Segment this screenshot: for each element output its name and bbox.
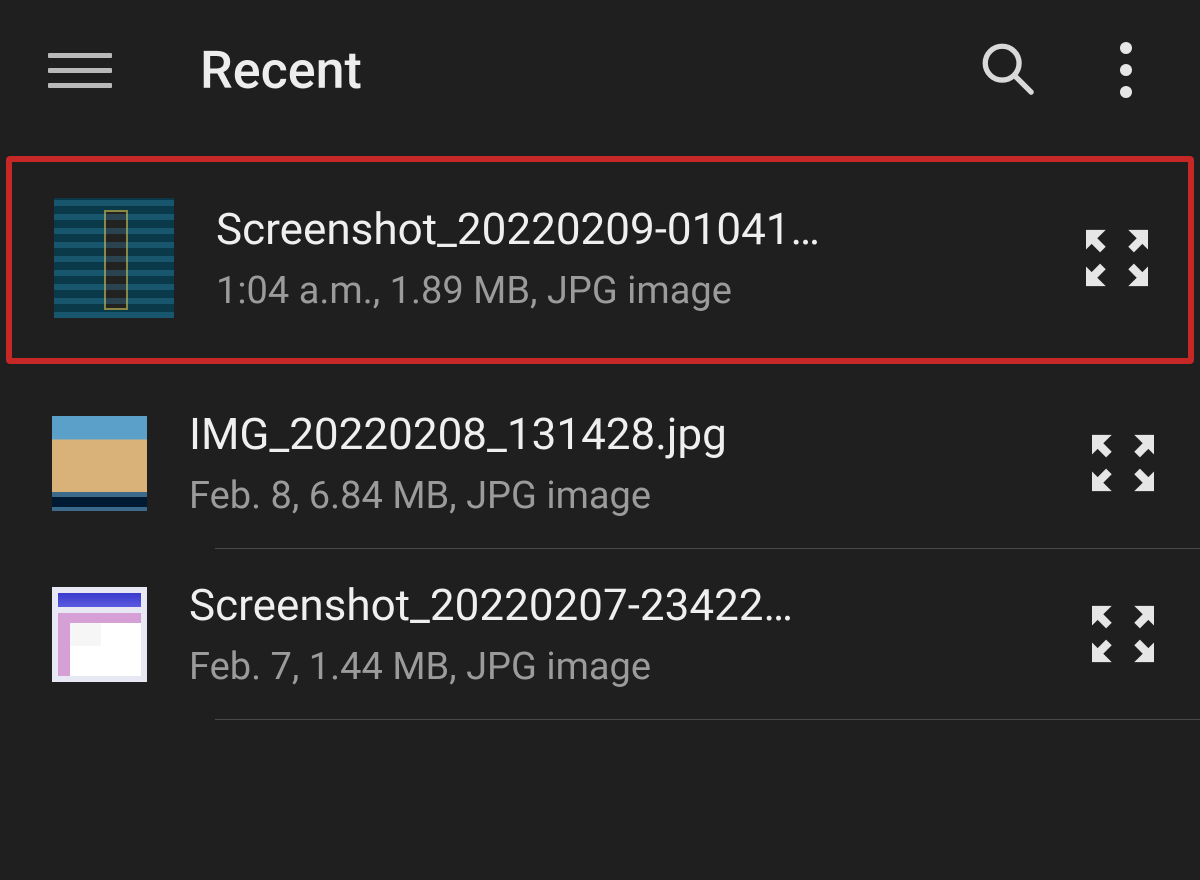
- file-meta: Feb. 8, 6.84 MB, JPG image: [189, 474, 1046, 518]
- page-title: Recent: [160, 40, 930, 101]
- search-icon[interactable]: [978, 39, 1036, 101]
- file-info: Screenshot_20220209-01041… 1:04 a.m., 1.…: [216, 203, 1040, 313]
- toolbar-actions: [978, 39, 1152, 101]
- file-name: Screenshot_20220207-23422…: [189, 579, 889, 631]
- file-info: Screenshot_20220207-23422… Feb. 7, 1.44 …: [189, 579, 1046, 689]
- file-name: IMG_20220208_131428.jpg: [189, 408, 889, 460]
- divider: [215, 719, 1200, 720]
- menu-icon[interactable]: [48, 38, 112, 102]
- more-vert-icon[interactable]: [1116, 42, 1136, 98]
- file-thumbnail: [52, 416, 147, 511]
- selection-highlight: Screenshot_20220209-01041… 1:04 a.m., 1.…: [6, 156, 1194, 364]
- toolbar: Recent: [0, 0, 1200, 140]
- file-thumbnail: [52, 587, 147, 682]
- file-info: IMG_20220208_131428.jpg Feb. 8, 6.84 MB,…: [189, 408, 1046, 518]
- list-item[interactable]: Screenshot_20220209-01041… 1:04 a.m., 1.…: [12, 162, 1188, 358]
- list-item[interactable]: IMG_20220208_131428.jpg Feb. 8, 6.84 MB,…: [0, 364, 1200, 548]
- expand-icon[interactable]: [1088, 428, 1158, 498]
- file-list: Screenshot_20220209-01041… 1:04 a.m., 1.…: [0, 140, 1200, 720]
- expand-icon[interactable]: [1082, 223, 1152, 293]
- list-item[interactable]: Screenshot_20220207-23422… Feb. 7, 1.44 …: [0, 549, 1200, 719]
- file-thumbnail: [54, 198, 174, 318]
- expand-icon[interactable]: [1088, 599, 1158, 669]
- file-meta: 1:04 a.m., 1.89 MB, JPG image: [216, 269, 1040, 313]
- file-name: Screenshot_20220209-01041…: [216, 203, 916, 255]
- file-meta: Feb. 7, 1.44 MB, JPG image: [189, 645, 1046, 689]
